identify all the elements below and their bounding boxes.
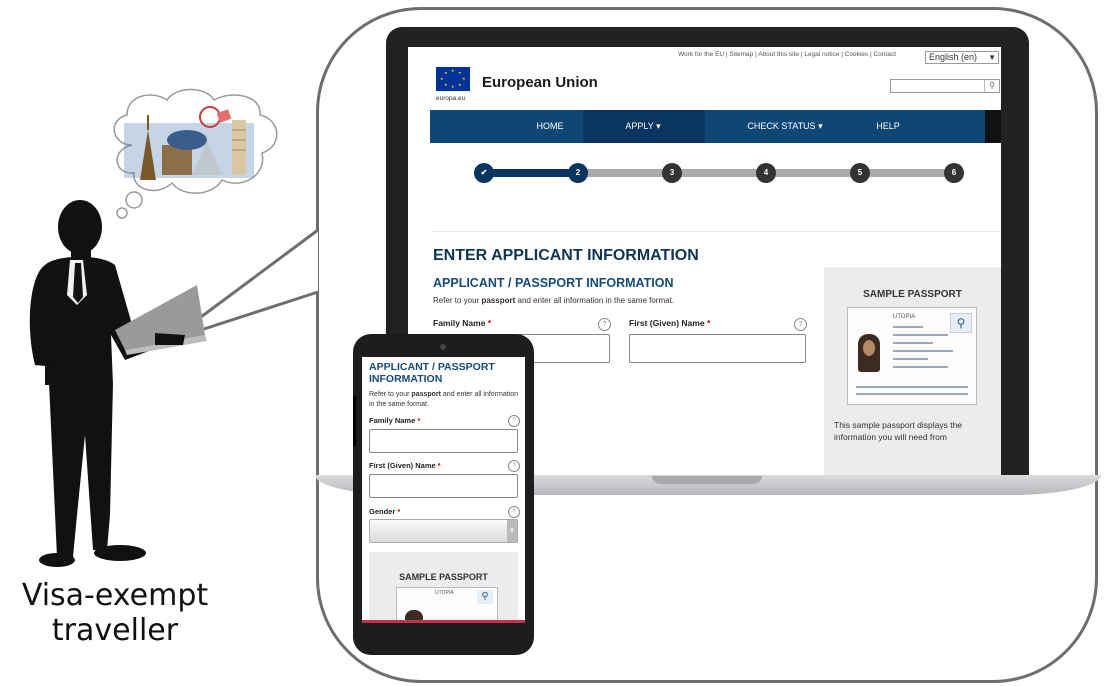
phone-gender-select[interactable]: ▼	[369, 519, 518, 543]
search-input[interactable]: ⚲	[890, 79, 1000, 93]
site-title: European Union	[482, 74, 598, 91]
step-3: 3	[662, 163, 682, 183]
step-4: 4	[756, 163, 776, 183]
traveller-caption: Visa-exempt traveller	[0, 578, 230, 648]
step-1: ✔	[474, 163, 494, 183]
language-select[interactable]: English (en) ▼	[925, 51, 999, 64]
instruction-pre: Refer to your	[433, 296, 482, 305]
section-heading: APPLICANT / PASSPORT INFORMATION	[433, 276, 674, 290]
required-mark: *	[706, 318, 711, 328]
zoom-icon[interactable]: ⚲	[950, 313, 972, 333]
instruction-text: Refer to your passport and enter all inf…	[433, 296, 674, 305]
divider	[432, 231, 1001, 232]
phone-screen: APPLICANT / PASSPORT INFORMATION Refer t…	[362, 357, 525, 623]
instruction-pre: Refer to your	[369, 391, 412, 398]
phone-side-button	[353, 396, 356, 446]
help-icon[interactable]: ?	[508, 415, 520, 427]
step-6: 6	[944, 163, 964, 183]
phone-instruction-text: Refer to your passport and enter all inf…	[369, 390, 519, 410]
nav-check-status[interactable]: CHECK STATUS ▾	[730, 110, 840, 143]
instruction-post: and enter all information in the same fo…	[515, 296, 675, 305]
phone-gender-label: Gender *	[369, 507, 400, 516]
sample-passport-panel: SAMPLE PASSPORT UTOPIA ⚲ This sample pas…	[824, 267, 1001, 475]
help-icon[interactable]: ?	[598, 318, 611, 331]
phone-bottom-accent	[362, 620, 525, 623]
eu-flag-logo[interactable]: ★ ★ ★ ★ ★ ★ ★ ★	[436, 67, 470, 91]
caption-line-2: traveller	[51, 613, 179, 648]
phone-family-name-label: Family Name *	[369, 416, 420, 425]
zoom-icon[interactable]: ⚲	[477, 590, 493, 604]
step-5: 5	[850, 163, 870, 183]
first-name-label: First (Given) Name *	[629, 318, 710, 328]
nav-home[interactable]: HOME	[525, 110, 575, 143]
utility-links[interactable]: Work for the EU | Sitemap | About this s…	[678, 51, 896, 58]
phone-camera	[440, 344, 446, 350]
language-value: English (en)	[929, 52, 978, 62]
chevron-down-icon: ▼	[507, 520, 517, 542]
instruction-bold: passport	[411, 391, 441, 398]
required-mark: *	[397, 507, 401, 516]
progress-complete	[488, 169, 578, 177]
page-heading: ENTER APPLICANT INFORMATION	[433, 247, 699, 264]
family-name-label: Family Name *	[433, 318, 491, 328]
first-name-field[interactable]	[629, 334, 806, 363]
phone-family-name-field[interactable]	[369, 429, 518, 453]
sample-passport-image[interactable]: UTOPIA ⚲	[847, 307, 977, 405]
phone-first-name-label: First (Given) Name *	[369, 461, 441, 470]
passport-country: UTOPIA	[435, 590, 454, 596]
label-text: Family Name	[369, 416, 416, 425]
passport-photo	[858, 334, 880, 372]
first-name-label-text: First (Given) Name	[629, 318, 705, 328]
label-text: First (Given) Name	[369, 461, 436, 470]
sample-passport-title: SAMPLE PASSPORT	[863, 289, 962, 300]
chevron-down-icon: ▼	[988, 53, 996, 62]
required-mark: *	[417, 416, 421, 425]
help-icon[interactable]: ?	[508, 506, 520, 518]
required-mark: *	[437, 461, 441, 470]
laptop-notch	[652, 476, 762, 484]
phone-first-name-field[interactable]	[369, 474, 518, 498]
nav-end-block	[985, 110, 1001, 143]
label-text: Gender	[369, 507, 396, 516]
caption-line-1: Visa-exempt	[21, 578, 209, 613]
family-name-label-text: Family Name	[433, 318, 486, 328]
traveller-silhouette	[29, 200, 207, 567]
nav-apply[interactable]: APPLY ▾	[603, 110, 683, 143]
logo-subtitle: europa.eu	[436, 95, 466, 102]
phone-sample-passport-title: SAMPLE PASSPORT	[399, 572, 488, 582]
sample-passport-text: This sample passport displays the inform…	[834, 420, 963, 442]
phone-sample-passport-image[interactable]: UTOPIA ⚲	[396, 587, 498, 623]
nav-help[interactable]: HELP	[868, 110, 908, 143]
help-icon[interactable]: ?	[508, 460, 520, 472]
phone-section-heading: APPLICANT / PASSPORT INFORMATION	[369, 361, 495, 385]
step-2: 2	[568, 163, 588, 183]
passport-country: UTOPIA	[893, 314, 916, 320]
instruction-bold: passport	[481, 296, 516, 305]
phone-sample-passport-panel: SAMPLE PASSPORT UTOPIA ⚲	[369, 552, 518, 623]
main-nav: HOME APPLY ▾ CHECK STATUS ▾ HELP	[430, 110, 1001, 143]
required-mark: *	[487, 318, 492, 328]
search-icon[interactable]: ⚲	[984, 80, 999, 92]
help-icon[interactable]: ?	[794, 318, 807, 331]
